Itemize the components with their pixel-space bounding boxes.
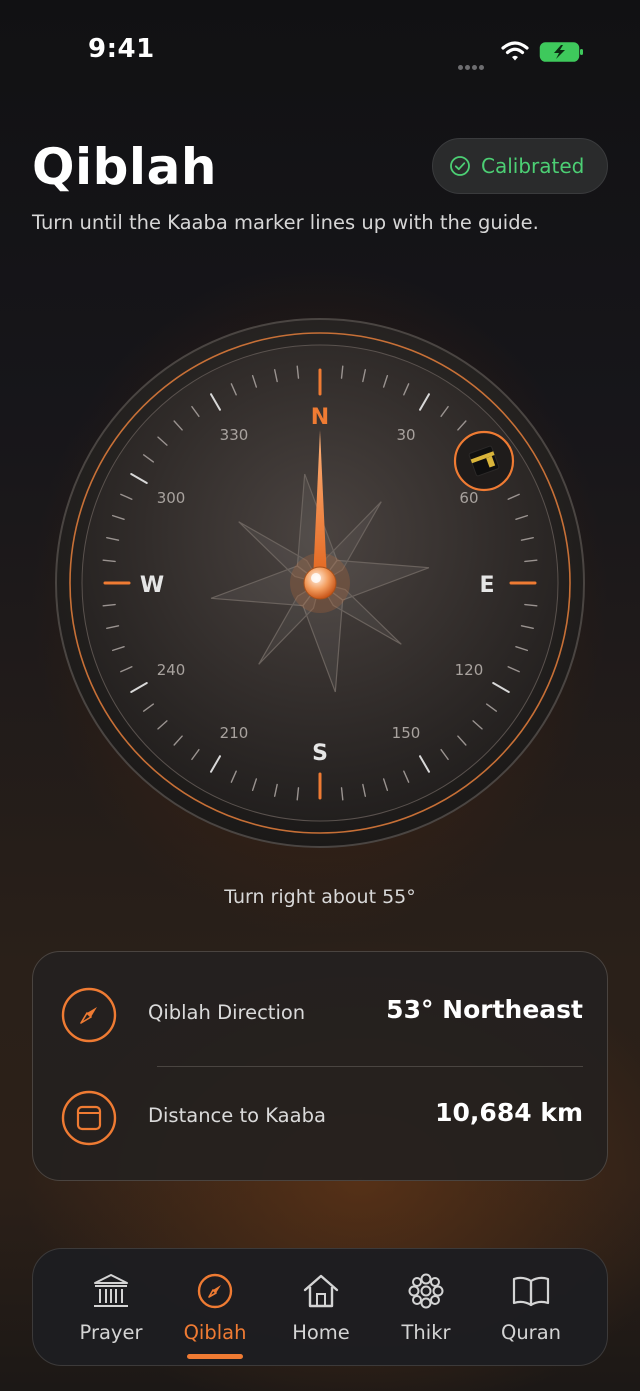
cardinal-east: E	[479, 573, 494, 598]
calibration-label: Calibrated	[481, 154, 585, 178]
degree-label: 210	[220, 724, 249, 742]
direction-value: 53° Northeast	[386, 995, 583, 1024]
mosque-icon	[91, 1271, 131, 1311]
tab-quran[interactable]: Quran	[479, 1249, 583, 1365]
bottom-tab-bar: Prayer Qiblah Home Thikr Quran	[32, 1248, 608, 1366]
compass-icon	[61, 987, 117, 1043]
info-row-direction: Qiblah Direction 53° Northeast	[33, 965, 609, 1065]
check-circle-icon	[449, 155, 471, 177]
degree-label: 300	[157, 489, 186, 507]
info-divider	[157, 1066, 583, 1067]
tab-prayer[interactable]: Prayer	[59, 1249, 163, 1365]
cardinal-south: S	[312, 741, 328, 766]
battery-charging-icon	[539, 41, 585, 63]
kaaba-outline-icon	[61, 1090, 117, 1146]
tab-qiblah[interactable]: Qiblah	[163, 1249, 267, 1365]
tab-label: Quran	[500, 1321, 562, 1344]
page-subtitle: Turn until the Kaaba marker lines up wit…	[32, 211, 539, 234]
qiblah-info-card: Qiblah Direction 53° Northeast Distance …	[32, 951, 608, 1181]
beads-icon	[406, 1271, 446, 1311]
compass-icon	[195, 1271, 235, 1311]
cardinal-north: N	[311, 405, 329, 430]
active-tab-indicator	[187, 1354, 243, 1359]
status-time: 9:41	[88, 34, 155, 64]
calibration-status-badge[interactable]: Calibrated	[432, 138, 608, 194]
degree-label: 120	[455, 661, 484, 679]
tab-label: Thikr	[401, 1321, 451, 1344]
degree-label: 150	[392, 724, 421, 742]
degree-label: 30	[396, 426, 415, 444]
cardinal-west: W	[140, 573, 164, 598]
wifi-icon	[501, 40, 529, 62]
tab-label: Qiblah	[183, 1321, 247, 1344]
direction-label: Qiblah Direction	[148, 1001, 306, 1024]
info-row-distance: Distance to Kaaba 10,684 km	[33, 1068, 609, 1168]
tab-home[interactable]: Home	[269, 1249, 373, 1365]
book-icon	[511, 1271, 551, 1311]
distance-label: Distance to Kaaba	[148, 1104, 326, 1127]
qiblah-compass[interactable]: 30 60 120 150 210 240 300 330 N E S W	[55, 318, 585, 848]
tab-label: Home	[292, 1321, 350, 1344]
turn-hint: Turn right about 55°	[224, 886, 416, 908]
tab-thikr[interactable]: Thikr	[374, 1249, 478, 1365]
home-icon	[301, 1271, 341, 1311]
distance-value: 10,684 km	[435, 1098, 583, 1127]
degree-label: 60	[459, 489, 478, 507]
page-title: Qiblah	[32, 138, 217, 196]
degree-label: 240	[157, 661, 186, 679]
kaaba-marker	[453, 430, 515, 492]
tab-label: Prayer	[79, 1321, 143, 1344]
cellular-signal-icon	[458, 55, 492, 70]
degree-label: 330	[220, 426, 249, 444]
